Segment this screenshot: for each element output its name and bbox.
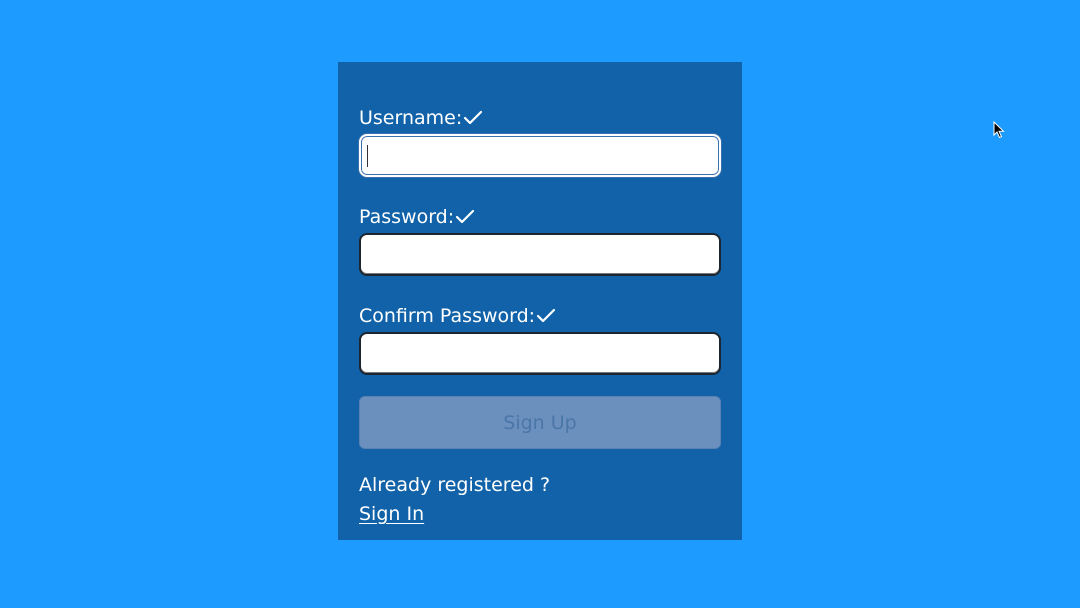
password-input[interactable] [359,233,721,276]
confirm-password-label: Confirm Password: [359,304,721,328]
check-icon [463,108,483,128]
text-caret [367,145,368,167]
signin-link[interactable]: Sign In [359,502,424,526]
username-label: Username: [359,106,721,130]
confirm-password-input[interactable] [359,332,721,375]
signup-card: Username: Password: Confirm Password: Si… [338,62,742,540]
username-label-text: Username: [359,107,463,129]
username-group: Username: [359,106,721,177]
already-registered-text: Already registered ? [359,474,551,496]
username-input[interactable] [359,134,721,177]
password-group: Password: [359,205,721,276]
check-icon [536,306,556,326]
confirm-password-group: Confirm Password: [359,304,721,375]
signup-button[interactable]: Sign Up [359,396,721,449]
mouse-cursor-icon [993,120,1005,139]
check-icon [455,207,475,227]
password-label: Password: [359,205,721,229]
password-label-text: Password: [359,206,455,228]
confirm-password-label-text: Confirm Password: [359,305,536,327]
